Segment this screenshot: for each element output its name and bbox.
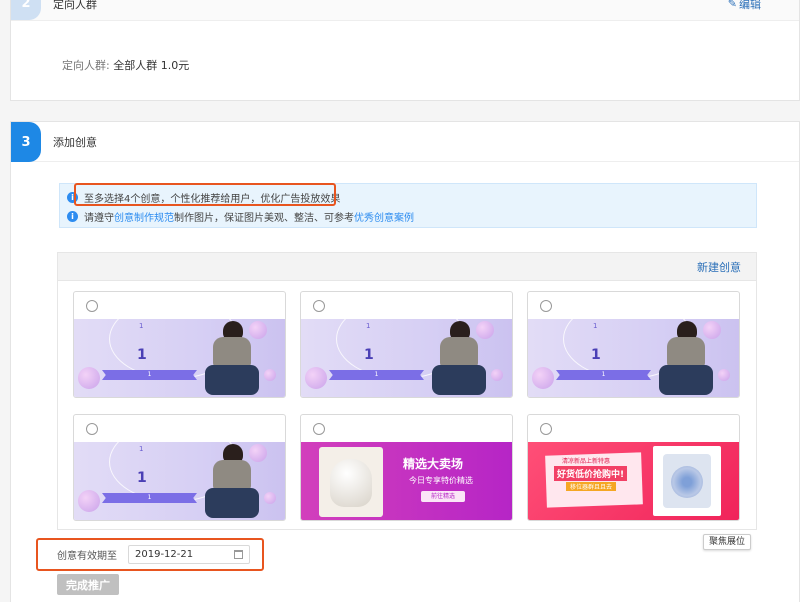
- banner-headline: 精选大卖场: [403, 457, 464, 471]
- banner-ribbon: 1: [329, 370, 424, 380]
- notice-middle: 制作图片，保证图片美观、整洁、可参考: [174, 213, 354, 224]
- creative-banner: 1 1 1: [528, 319, 739, 397]
- banner-button: 前往精选: [421, 491, 465, 502]
- creative-banner: 1 1 1: [74, 442, 285, 520]
- audience-line: 定向人群: 全部人群 1.0元: [62, 57, 189, 73]
- banner-subline: 今日专享特价精选: [409, 476, 473, 485]
- banner-big-number: 1: [137, 470, 147, 486]
- creative-radio[interactable]: [540, 300, 552, 312]
- step2-number: 2: [11, 0, 41, 20]
- creative-card[interactable]: 清凉新品上新特惠 好货低价抢购中! 移位器群且且去: [527, 414, 740, 521]
- tooltip: 聚焦展位: [703, 534, 752, 550]
- creative-radio[interactable]: [86, 300, 98, 312]
- diffuser-photo: [319, 447, 383, 517]
- step2-section: 2 定向人群 ✎ 编辑 定向人群: 全部人群 1.0元: [10, 0, 800, 101]
- creative-panel: 新建创意 1 1 1 1 1 1 1 1 1 1 1 1 精选大卖场 今日专享特…: [57, 252, 757, 530]
- creative-radio[interactable]: [313, 423, 325, 435]
- banner-line-3: 移位器群且且去: [566, 482, 617, 491]
- creative-spec-link[interactable]: 创意制作规范: [114, 213, 174, 224]
- new-creative-button[interactable]: 新建创意: [697, 253, 741, 280]
- step2-title: 定向人群: [53, 0, 97, 11]
- creative-card[interactable]: 1 1 1: [73, 291, 286, 398]
- banner-small-number: 1: [139, 322, 144, 330]
- creative-radio[interactable]: [313, 300, 325, 312]
- model-photo: [201, 444, 263, 520]
- edit-link[interactable]: ✎ 编辑: [728, 0, 761, 20]
- notice-row-2: i 请遵守创意制作规范制作图片，保证图片美观、整洁、可参考优秀创意案例: [67, 209, 414, 224]
- notice-text-2: 请遵守创意制作规范制作图片，保证图片美观、整洁、可参考优秀创意案例: [84, 209, 414, 224]
- validity-label: 创意有效期至: [57, 551, 117, 562]
- step3-number: 3: [11, 122, 41, 162]
- banner-ribbon: 1: [102, 493, 197, 503]
- creative-banner: 精选大卖场 今日专享特价精选 前往精选: [301, 442, 512, 520]
- banner-big-number: 1: [591, 347, 601, 363]
- creative-panel-header: 新建创意: [58, 253, 756, 281]
- banner-small-number: 1: [139, 445, 144, 453]
- excellent-cases-link[interactable]: 优秀创意案例: [354, 213, 414, 224]
- banner-line-2: 好货低价抢购中!: [554, 466, 628, 481]
- banner-small-number: 1: [366, 322, 371, 330]
- step2-header: 2 定向人群 ✎ 编辑: [11, 0, 799, 21]
- step3-header: 3 添加创意: [11, 122, 799, 162]
- banner-big-number: 1: [137, 347, 147, 363]
- banner-line-1: 清凉新品上新特惠: [562, 458, 611, 465]
- model-photo: [428, 321, 490, 397]
- validity-date-input[interactable]: 2019-12-21: [128, 545, 250, 564]
- banner-big-number: 1: [364, 347, 374, 363]
- notice-prefix: 请遵守: [84, 213, 114, 224]
- creative-radio[interactable]: [540, 423, 552, 435]
- creative-card[interactable]: 1 1 1: [300, 291, 513, 398]
- creative-card[interactable]: 1 1 1: [527, 291, 740, 398]
- model-photo: [201, 321, 263, 397]
- calendar-icon[interactable]: [234, 550, 243, 559]
- audience-value: 全部人群 1.0元: [113, 59, 190, 72]
- step3-title: 添加创意: [53, 135, 97, 149]
- finish-promotion-button[interactable]: 完成推广: [57, 574, 119, 595]
- highlight-box-notice: [74, 183, 336, 206]
- creative-banner: 1 1 1: [74, 319, 285, 397]
- model-photo: [655, 321, 717, 397]
- creative-card[interactable]: 1 1 1: [73, 414, 286, 521]
- banner-ribbon: 1: [102, 370, 197, 380]
- audience-label: 定向人群:: [62, 59, 110, 72]
- edit-label: 编辑: [739, 0, 761, 11]
- info-icon: i: [67, 211, 78, 222]
- fan-photo: [653, 446, 721, 516]
- banner-ribbon: 1: [556, 370, 651, 380]
- banner-small-number: 1: [593, 322, 598, 330]
- creative-banner: 1 1 1: [301, 319, 512, 397]
- creative-radio[interactable]: [86, 423, 98, 435]
- creative-card[interactable]: 精选大卖场 今日专享特价精选 前往精选: [300, 414, 513, 521]
- edit-icon: ✎: [727, 0, 737, 10]
- creative-banner: 清凉新品上新特惠 好货低价抢购中! 移位器群且且去: [528, 442, 739, 520]
